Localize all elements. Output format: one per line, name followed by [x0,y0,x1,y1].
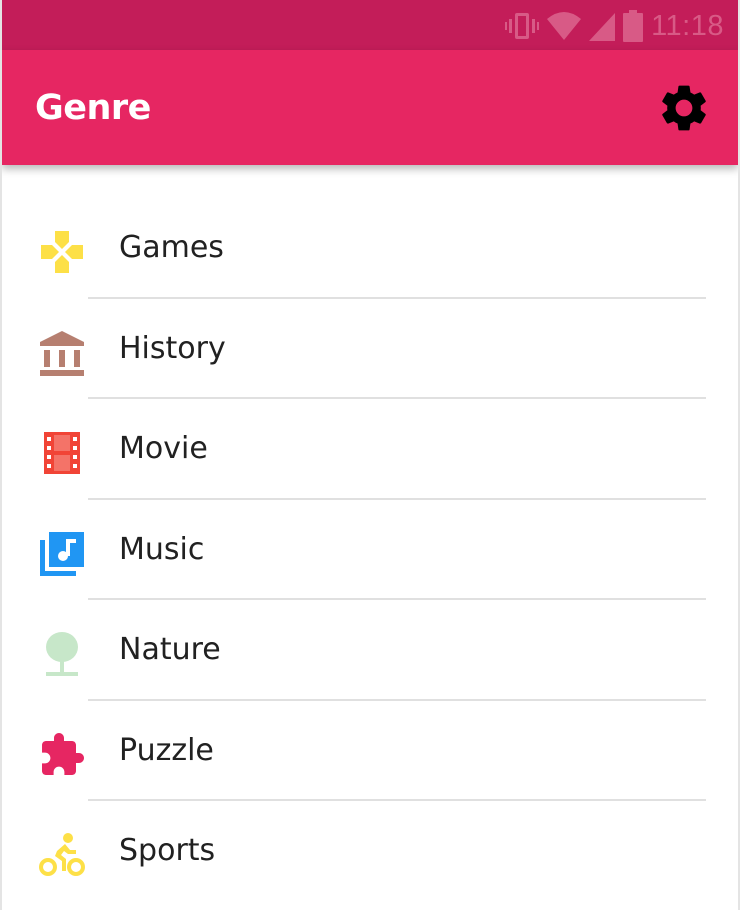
genre-list: Games History Movie Music Nature Puzzle … [2,198,738,902]
wifi-icon [547,12,582,40]
genre-item-sports[interactable]: Sports [2,801,738,902]
genre-item-nature[interactable]: Nature [2,600,738,701]
puzzle-piece-icon [42,732,84,775]
bicycle-icon [39,833,85,876]
genre-item-music[interactable]: Music [2,500,738,600]
status-icons: 11:18 [505,10,724,42]
app-screen: 11:18 Genre Games History Movie Music Na… [0,0,740,910]
settings-button[interactable] [656,80,712,136]
genre-item-games[interactable]: Games [2,198,738,299]
page-title: Genre [35,88,151,128]
tree-icon [46,632,78,676]
genre-label: Movie [119,431,208,466]
gamepad-icon [41,231,83,273]
genre-item-history[interactable]: History [2,299,738,399]
genre-label: Games [119,230,224,265]
gear-icon [662,85,706,131]
genre-label: Sports [119,833,216,868]
genre-label: History [119,330,226,366]
genre-item-puzzle[interactable]: Puzzle [2,701,738,801]
vibrate-icon [505,13,540,39]
genre-label: Nature [119,632,221,667]
status-time: 11:18 [651,9,724,42]
museum-icon [40,330,84,376]
music-library-icon [40,531,84,576]
status-bar: 11:18 [2,0,738,50]
signal-icon [589,13,616,41]
battery-icon [623,10,644,42]
genre-item-movie[interactable]: Movie [2,399,738,500]
genre-label: Puzzle [119,732,214,768]
genre-label: Music [119,531,205,567]
film-icon [44,432,80,474]
app-bar: Genre [2,50,738,165]
